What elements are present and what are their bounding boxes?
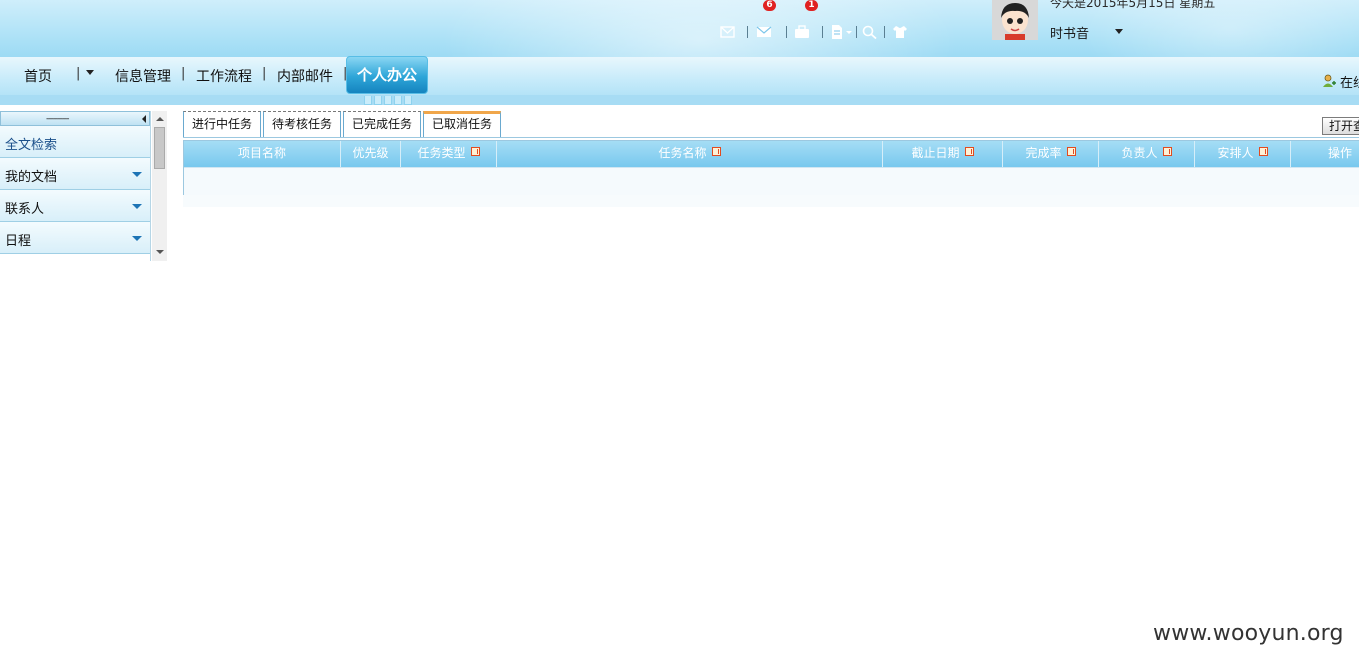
sort-icon[interactable] [1066,147,1076,156]
column-header-assigner[interactable]: 安排人 [1195,141,1291,167]
nav-home[interactable]: 首页 [24,66,52,86]
column-header-actions: 操作 [1291,141,1359,167]
column-header-label: 项目名称 [237,146,286,160]
envelope-icon[interactable] [756,25,772,39]
chevron-down-icon [132,172,142,177]
shirt-icon[interactable] [892,25,908,39]
tab-pending-review[interactable]: 待考核任务 [263,111,341,137]
column-header-label: 操作 [1327,146,1352,160]
column-header-task-type[interactable]: 任务类型 [401,141,497,167]
nav-workflow[interactable]: 工作流程 [196,66,252,86]
sidebar-item-label: 联系人 [5,202,45,217]
column-header-owner[interactable]: 负责人 [1099,141,1195,167]
sort-icon[interactable] [1258,147,1268,156]
column-header-completion[interactable]: 完成率 [1003,141,1099,167]
table-header: 项目名称 优先级 任务类型 任务名称 截止日期 完成率 负责人 安排人 操作 [184,141,1359,167]
column-header-label: 安排人 [1217,146,1254,160]
sort-icon[interactable] [470,147,480,156]
column-header-label: 优先级 [352,146,389,160]
toolbar-separator [884,26,885,38]
nav-dropdown-chevron-down-icon[interactable] [86,70,94,75]
online-users-icon[interactable] [1322,74,1337,88]
tab-in-progress[interactable]: 进行中任务 [183,111,261,137]
briefcase-icon[interactable] [794,25,810,39]
table-footer [183,195,1359,207]
column-header-label: 任务名称 [658,146,707,160]
toolbar-separator [822,26,823,38]
top-header: 6 1 今天是2015年5月15日 星期五 时书音 首页 | 信息管理 | 工作… [0,0,1359,105]
sidebar-item-label: 日程 [5,234,32,249]
column-header-label: 负责人 [1121,146,1158,160]
document-dropdown-icon[interactable] [846,31,852,34]
tab-completed[interactable]: 已完成任务 [343,111,421,137]
sidebar-item-fulltext-search[interactable]: 全文检索 [0,126,150,158]
chevron-down-icon [132,236,142,241]
sidebar-item-my-documents[interactable]: 我的文档 [0,158,150,190]
sidebar-item-label: 我的文档 [5,170,58,185]
sidebar-item-schedule[interactable]: 日程 [0,222,150,254]
toolbar-separator [747,26,748,38]
user-menu-chevron-down-icon[interactable] [1115,29,1123,34]
nav-separator: | [181,66,186,81]
avatar[interactable] [992,0,1038,40]
column-header-label: 任务类型 [417,146,466,160]
nav-separator: | [262,66,267,81]
sort-icon[interactable] [964,147,974,156]
sidebar-item-contacts[interactable]: 联系人 [0,190,150,222]
column-header-label: 截止日期 [911,146,960,160]
tabs-underline [183,137,1359,138]
table-body-empty [184,167,1359,195]
scroll-thumb[interactable] [154,127,165,169]
check-mail-icon[interactable] [720,25,736,39]
column-header-project[interactable]: 项目名称 [184,141,341,167]
sidebar-collapse-bar[interactable]: ---------- [0,111,150,126]
scroll-up-icon[interactable] [156,117,164,121]
scroll-down-icon[interactable] [156,250,164,254]
search-icon[interactable] [862,25,878,39]
sidebar-collapse-dots: ---------- [46,114,70,124]
sidebar-item-label: 全文检索 [5,138,58,153]
tab-cancelled[interactable]: 已取消任务 [423,111,501,137]
open-query-button[interactable]: 打开查询 [1322,117,1359,135]
column-header-deadline[interactable]: 截止日期 [883,141,1003,167]
toolbar-separator [786,26,787,38]
left-sidebar: ---------- 全文检索 我的文档 联系人 日程 [0,111,151,261]
sidebar-scrollbar[interactable] [152,111,167,261]
toolbar-separator [856,26,857,38]
document-icon[interactable] [830,25,846,39]
nav-separator: | [76,66,81,81]
date-text: 今天是2015年5月15日 星期五 [1050,0,1216,10]
briefcase-count-badge: 1 [805,0,818,11]
column-header-priority[interactable]: 优先级 [341,141,401,167]
nav-bottom-strip [0,95,1359,105]
chevron-down-icon [132,204,142,209]
user-name[interactable]: 时书音 [1050,23,1089,42]
nav-internal-mail[interactable]: 内部邮件 [277,66,333,86]
nav-info-management[interactable]: 信息管理 [115,66,171,86]
online-users-label[interactable]: 在线 [1340,72,1359,91]
nav-active-indicator [364,94,414,105]
collapse-left-icon[interactable] [142,115,146,123]
column-header-task-name[interactable]: 任务名称 [497,141,883,167]
task-table: 项目名称 优先级 任务类型 任务名称 截止日期 完成率 负责人 安排人 操作 [183,140,1359,195]
sort-icon[interactable] [711,147,721,156]
sort-icon[interactable] [1162,147,1172,156]
column-header-label: 完成率 [1025,146,1062,160]
nav-personal-office[interactable]: 个人办公 [346,56,428,94]
mail-count-badge: 6 [763,0,776,11]
watermark: www.wooyun.org [1153,621,1344,646]
